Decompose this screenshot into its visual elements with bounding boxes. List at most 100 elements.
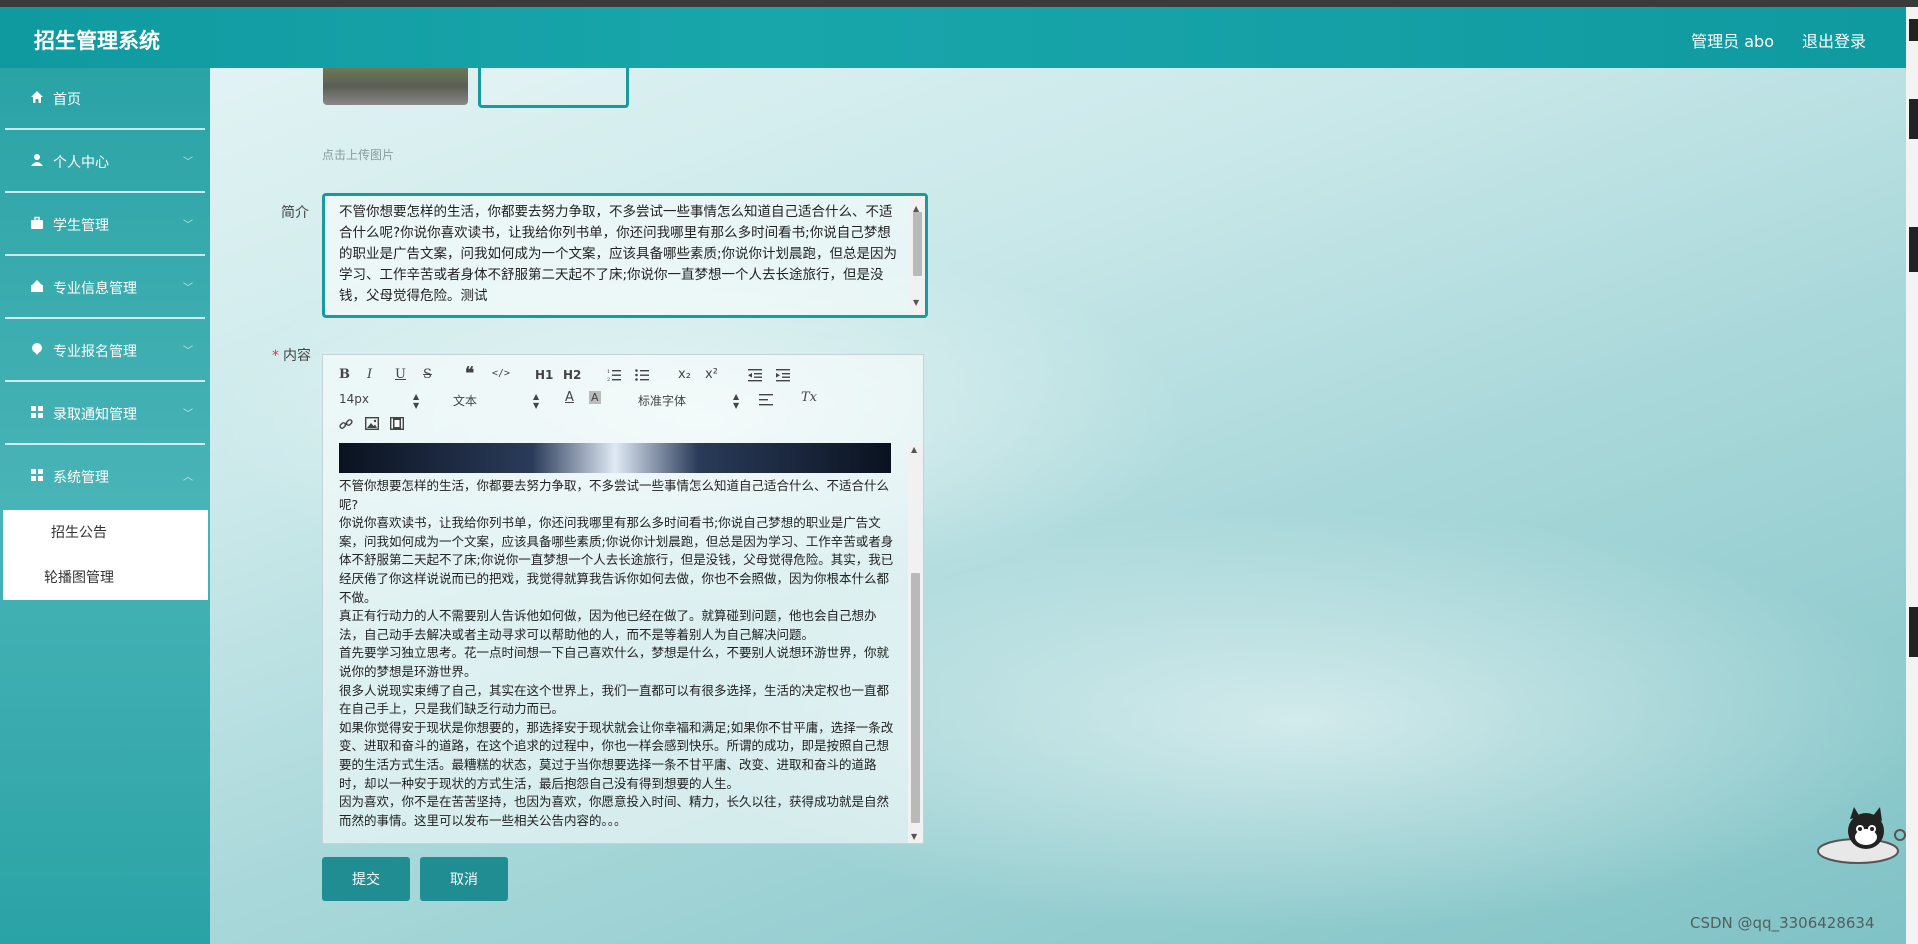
chevron-down-icon: ﹀ (183, 220, 193, 231)
video-icon[interactable] (390, 417, 404, 430)
sidebar-item-label: 专业信息管理 (53, 281, 137, 297)
editor-content[interactable]: 不管你想要怎样的生活，你都要去努力争取，不多尝试一些事情怎么知道自己适合什么、不… (323, 443, 923, 843)
home-icon (31, 91, 43, 103)
select-arrows-icon: ▲ ▼ (413, 392, 420, 410)
scroll-down-icon[interactable]: ▼ (911, 832, 917, 841)
scrollbar-mark (1909, 99, 1918, 139)
content-banner-image (339, 443, 891, 473)
cancel-button[interactable]: 取消 (420, 857, 508, 901)
scrollbar-mark (1909, 19, 1918, 41)
ordered-list-icon[interactable]: 12 (607, 368, 621, 382)
chevron-up-icon: ︿ (183, 472, 193, 483)
sidebar-item-profile[interactable]: 个人中心 ﹀ (5, 131, 205, 193)
scroll-up-icon[interactable]: ▲ (911, 445, 917, 454)
submenu-item-announcement[interactable]: 招生公告 (51, 522, 107, 542)
sidebar-item-home[interactable]: 首页 (5, 68, 205, 130)
chevron-down-icon: ﹀ (183, 409, 193, 420)
text-type-select[interactable]: 文本 ▲ ▼ (453, 392, 539, 410)
font-color-button[interactable]: A (565, 390, 574, 405)
sidebar: 首页 个人中心 ﹀ 学生管理 ﹀ 专业信息管理 ﹀ 专业报名管理 ﹀ 录取通知管… (0, 68, 210, 944)
editor-toolbar: B I U S ❝ </> H1 H2 12 x₂ x² 14px ▲ ▼ 文本 … (323, 355, 923, 443)
window-top-strip (0, 0, 1918, 7)
select-arrows-icon: ▲ ▼ (733, 392, 740, 410)
scrollbar-thumb[interactable] (911, 573, 920, 823)
sidebar-item-label: 首页 (53, 92, 81, 108)
image-upload-box[interactable] (478, 68, 629, 108)
sidebar-item-label: 学生管理 (53, 218, 109, 234)
code-block-button[interactable]: </> (492, 368, 510, 379)
link-icon[interactable] (339, 417, 353, 431)
font-family-select[interactable]: 标准字体 ▲ ▼ (638, 392, 740, 410)
intro-label: 简介 (281, 205, 309, 221)
sidebar-item-students[interactable]: 学生管理 ﹀ (5, 194, 205, 256)
content-paragraph: 很多人说现实束缚了自己，其实在这个世界上，我们一直都可以有很多选择，生活的决定权… (339, 682, 890, 717)
required-mark: * (272, 348, 279, 364)
blockquote-button[interactable]: ❝ (465, 364, 474, 384)
editor-content-text: 不管你想要怎样的生活，你都要去努力争取，不多尝试一些事情怎么知道自己适合什么、不… (339, 477, 894, 830)
gauge-icon (31, 280, 43, 292)
watermark: CSDN @qq_3306428634 (1690, 914, 1875, 932)
content-paragraph: 如果你觉得安于现状是你想要的，那选择安于现状就会让你幸福和满足;如果你不甘平庸，… (339, 719, 894, 791)
background-color-icon[interactable]: A (589, 391, 601, 404)
sidebar-item-system[interactable]: 系统管理 ︿ (5, 446, 205, 506)
app-title: 招生管理系统 (34, 29, 160, 53)
strike-button[interactable]: S (423, 367, 432, 382)
scrollbar-mark (1909, 607, 1918, 657)
upload-tip[interactable]: 点击上传图片 (322, 146, 394, 163)
intro-scrollbar[interactable]: ▲ ▼ (910, 196, 925, 315)
cat-mascot-icon (1817, 807, 1906, 864)
bold-button[interactable]: B (339, 367, 350, 382)
grid-icon (31, 469, 43, 481)
chevron-down-icon: ﹀ (183, 283, 193, 294)
intro-text: 不管你想要怎样的生活，你都要去努力争取，不多尝试一些事情怎么知道自己适合什么、不… (339, 204, 898, 304)
sidebar-item-label: 系统管理 (53, 470, 109, 486)
superscript-button[interactable]: x² (705, 367, 718, 382)
page-scrollbar[interactable] (1906, 7, 1918, 944)
image-icon[interactable] (365, 417, 379, 430)
svg-text:2: 2 (607, 377, 610, 382)
rich-text-editor: B I U S ❝ </> H1 H2 12 x₂ x² 14px ▲ ▼ 文本 … (322, 354, 924, 844)
briefcase-icon (31, 216, 43, 229)
submit-button[interactable]: 提交 (322, 857, 410, 901)
scrollbar-mark (1909, 227, 1918, 272)
logout-link[interactable]: 退出登录 (1802, 28, 1866, 52)
submenu-item-carousel[interactable]: 轮播图管理 (44, 567, 114, 587)
header1-button[interactable]: H1 (535, 368, 553, 382)
scrollbar-thumb[interactable] (913, 212, 922, 276)
content-paragraph: 你说你喜欢读书，让我给你列书单，你还问我哪里有那么多时间看书;你说自己梦想的职业… (339, 515, 894, 605)
svg-text:1: 1 (607, 369, 610, 375)
underline-button[interactable]: U (395, 367, 406, 382)
uploaded-image-thumbnail[interactable] (323, 68, 468, 105)
sidebar-item-admission[interactable]: 录取通知管理 ﹀ (5, 383, 205, 445)
editor-scrollbar[interactable]: ▲ ▼ (908, 443, 923, 843)
content-paragraph: 不管你想要怎样的生活，你都要去努力争取，不多尝试一些事情怎么知道自己适合什么、不… (339, 478, 890, 512)
scroll-down-icon[interactable]: ▼ (913, 292, 919, 313)
sidebar-item-label: 个人中心 (53, 155, 109, 171)
content-paragraph: 因为喜欢，你不是在苦苦坚持，也因为喜欢，你愿意投入时间、精力，长久以往，获得成功… (339, 794, 890, 828)
sidebar-item-enrollment[interactable]: 专业报名管理 ﹀ (5, 320, 205, 382)
header2-button[interactable]: H2 (563, 368, 581, 382)
align-icon[interactable] (759, 394, 773, 406)
sidebar-item-label: 专业报名管理 (53, 344, 137, 360)
clear-format-button[interactable]: Tx (801, 390, 817, 405)
user-icon (31, 154, 43, 166)
subscript-button[interactable]: x₂ (678, 367, 691, 382)
font-size-select[interactable]: 14px ▲ ▼ (339, 392, 424, 410)
admin-label: 管理员 abo (1691, 32, 1774, 51)
sidebar-item-label: 录取通知管理 (53, 407, 137, 423)
location-icon (32, 343, 42, 355)
italic-button[interactable]: I (367, 367, 372, 382)
indent-icon[interactable] (776, 368, 790, 382)
outdent-icon[interactable] (748, 368, 762, 382)
grid-icon (31, 406, 43, 418)
app-header: 招生管理系统 管理员 abo 退出登录 (0, 7, 1906, 68)
chevron-down-icon: ﹀ (183, 157, 193, 168)
content-paragraph: 真正有行动力的人不需要别人告诉他如何做，因为他已经在做了。就算碰到问题，他也会自… (339, 608, 877, 642)
chevron-down-icon: ﹀ (183, 346, 193, 357)
content-paragraph: 首先要学习独立思考。花一点时间想一下自己喜欢什么，梦想是什么，不要别人说想环游世… (339, 645, 890, 679)
sidebar-item-majors[interactable]: 专业信息管理 ﹀ (5, 257, 205, 319)
content-label: * 内容 (272, 348, 311, 364)
system-submenu: 招生公告 轮播图管理 (3, 510, 208, 600)
intro-textarea[interactable]: 不管你想要怎样的生活，你都要去努力争取，不多尝试一些事情怎么知道自己适合什么、不… (322, 193, 928, 318)
bullet-list-icon[interactable] (635, 368, 649, 382)
